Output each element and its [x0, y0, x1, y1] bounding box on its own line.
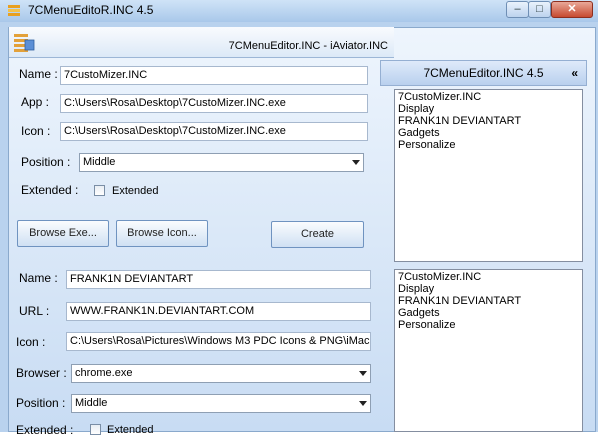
- list-item[interactable]: Personalize: [398, 140, 579, 152]
- position-dropdown-value: Middle: [83, 156, 116, 168]
- icon-label: Icon :: [21, 124, 51, 138]
- icon-field-2[interactable]: C:\Users\Rosa\Pictures\Windows M3 PDC Ic…: [66, 332, 371, 351]
- create-button[interactable]: Create: [271, 221, 364, 248]
- header-title: 7CMenuEditor.INC - iAviator.INC: [228, 40, 388, 52]
- menu-items-list[interactable]: 7CustoMizer.INC Display FRANK1N DEVIANTA…: [394, 89, 583, 262]
- browse-icon-button[interactable]: Browse Icon...: [116, 220, 208, 247]
- side-panel-title: 7CMenuEditor.INC 4.5: [423, 66, 544, 80]
- maximize-button[interactable]: □: [528, 1, 551, 18]
- icon-label-2: Icon :: [16, 335, 46, 349]
- browser-dropdown[interactable]: chrome.exe: [71, 364, 371, 383]
- header-strip: 7CMenuEditor.INC - iAviator.INC: [9, 27, 394, 58]
- name-field[interactable]: 7CustoMizer.INC: [60, 66, 368, 85]
- extended-label-2: Extended :: [16, 423, 74, 437]
- position-label: Position :: [21, 155, 71, 169]
- browse-exe-button[interactable]: Browse Exe...: [17, 220, 109, 247]
- app-label: App :: [21, 95, 50, 109]
- menu-items-list-2[interactable]: 7CustoMizer.INC Display FRANK1N DEVIANTA…: [394, 269, 583, 432]
- chevron-down-icon: [359, 401, 367, 406]
- window-title: 7CMenuEditoR.INC 4.5: [28, 3, 154, 17]
- extended-checkbox-label: Extended: [112, 185, 159, 197]
- close-button[interactable]: ✕: [551, 1, 593, 18]
- icon-field[interactable]: C:\Users\Rosa\Desktop\7CustoMizer.INC.ex…: [60, 122, 368, 141]
- extended-checkbox[interactable]: [94, 185, 105, 196]
- chevron-down-icon: [352, 160, 360, 165]
- name-label: Name :: [19, 67, 58, 81]
- side-panel-header: 7CMenuEditor.INC 4.5 «: [380, 60, 587, 86]
- app-icon: [8, 5, 20, 16]
- position-label-2: Position :: [16, 396, 66, 410]
- name-field-2[interactable]: FRANK1N DEVIANTART: [66, 270, 371, 289]
- name-label-2: Name :: [19, 271, 58, 285]
- app-field[interactable]: C:\Users\Rosa\Desktop\7CustoMizer.INC.ex…: [60, 94, 368, 113]
- title-bar: 7CMenuEditoR.INC 4.5 – □ ✕: [0, 0, 598, 22]
- url-field[interactable]: WWW.FRANK1N.DEVIANTART.COM: [66, 302, 371, 321]
- url-label: URL :: [19, 304, 50, 318]
- position-dropdown-2[interactable]: Middle: [71, 394, 371, 413]
- menu-editor-icon: [14, 34, 35, 52]
- chevron-down-icon: [359, 371, 367, 376]
- position-dropdown-2-value: Middle: [75, 397, 108, 409]
- extended-checkbox-2[interactable]: [90, 424, 101, 435]
- browser-label: Browser :: [16, 366, 67, 380]
- position-dropdown[interactable]: Middle: [79, 153, 364, 172]
- list-item[interactable]: Personalize: [398, 320, 579, 332]
- collapse-icon[interactable]: «: [571, 61, 578, 85]
- browser-dropdown-value: chrome.exe: [75, 367, 133, 379]
- extended-checkbox-label-2: Extended: [107, 424, 154, 436]
- extended-label: Extended :: [21, 183, 79, 197]
- minimize-button[interactable]: –: [506, 1, 529, 18]
